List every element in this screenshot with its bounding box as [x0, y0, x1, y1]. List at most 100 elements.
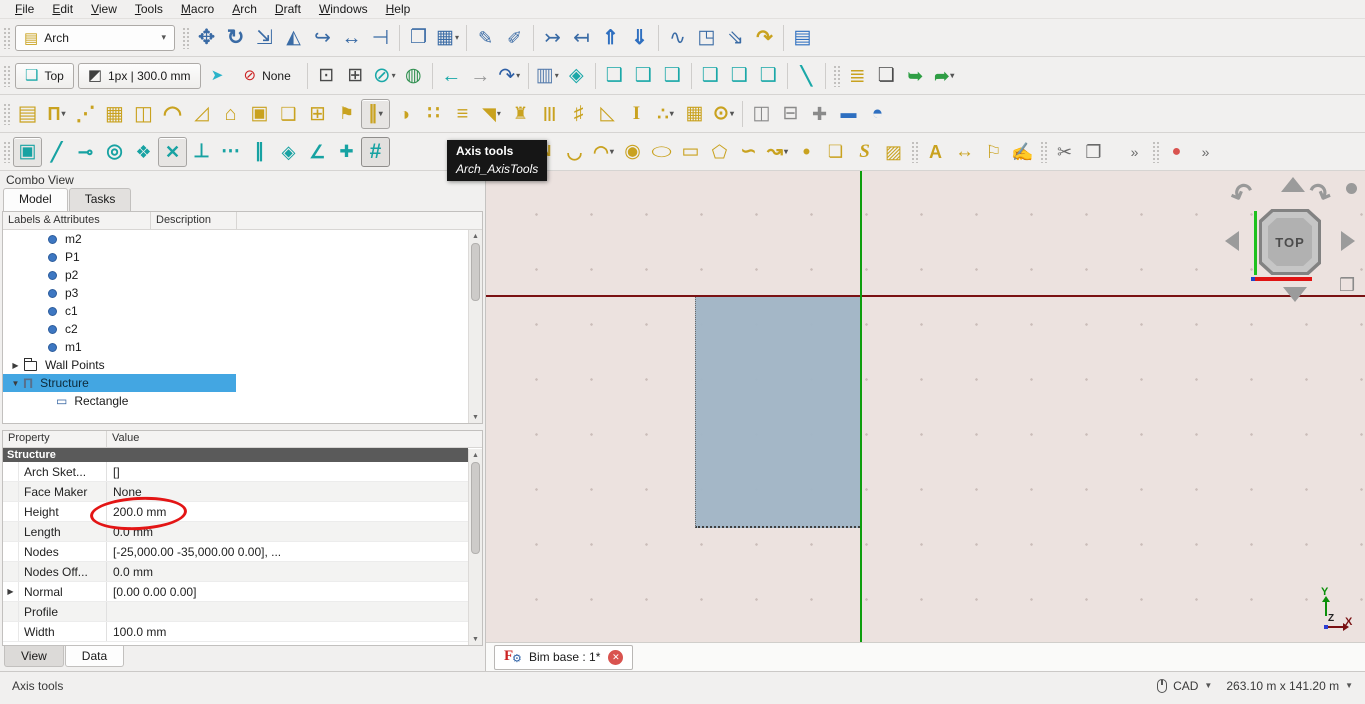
folder-tool[interactable]: ❏ [872, 61, 901, 91]
toolbar-handle[interactable] [833, 65, 840, 87]
arch-material-dropdown[interactable]: ▾ [670, 109, 674, 118]
prop-value-arch-sket[interactable]: [] [107, 462, 468, 481]
view-axonometric[interactable]: ◈ [562, 61, 591, 91]
property-group-structure[interactable]: Structure [3, 448, 468, 462]
draft-edit[interactable]: ✎ [471, 23, 500, 53]
toolbar-handle[interactable] [182, 27, 189, 49]
measure[interactable]: ╲ [792, 61, 821, 91]
toolbar-overflow-1[interactable]: » [1120, 137, 1149, 167]
prop-row-face-maker[interactable]: Face MakerNone [3, 482, 468, 502]
chevron-down-icon[interactable]: ▼ [1345, 681, 1353, 690]
rotate-left-icon[interactable]: ↶ [1227, 178, 1258, 212]
draft-rotate[interactable]: ↻ [221, 23, 250, 53]
draft-move[interactable]: ✥ [192, 23, 221, 53]
document-tab[interactable]: F⚙ Bim base : 1* ✕ [494, 645, 633, 670]
steps-tool[interactable]: ≣ [843, 61, 872, 91]
draft-mirror[interactable]: ◭ [279, 23, 308, 53]
view-bottom[interactable]: ❑ [725, 61, 754, 91]
arch-building[interactable]: ⌂ [216, 99, 245, 129]
go-to-linked-object-dropdown[interactable]: ▾ [516, 71, 520, 80]
snap-perpendicular[interactable]: ⊥ [187, 137, 216, 167]
snap-center[interactable]: ◎ [100, 137, 129, 167]
toolbar-overflow-2[interactable]: » [1191, 137, 1220, 167]
tree-item-m2[interactable]: m2 [3, 230, 468, 248]
prop-row-nodes-off[interactable]: Nodes Off...0.0 mm [3, 562, 468, 582]
draft-bezier-dropdown[interactable]: ▾ [784, 147, 788, 156]
arch-building-part[interactable]: ◠ [158, 99, 187, 129]
prop-row-width[interactable]: Width100.0 mm [3, 622, 468, 642]
navigation-style-selector[interactable]: CAD ▼ [1157, 679, 1226, 693]
view-front[interactable]: ❑ [600, 61, 629, 91]
arch-axis[interactable]: ∥▾ [361, 99, 390, 129]
prop-value-normal[interactable]: [0.00 0.00 0.00] [107, 582, 468, 601]
snap-parallel[interactable]: ∥ [245, 137, 274, 167]
rotate-right-icon[interactable]: ↷ [1304, 178, 1335, 212]
apply-style[interactable]: ➤ [203, 61, 232, 91]
toggle-selectability[interactable]: ⊘▾ [370, 61, 399, 91]
draft-downgrade[interactable]: ⇓ [625, 23, 654, 53]
cut-with-line[interactable]: ⊟ [776, 99, 805, 129]
view-sphere-icon[interactable] [1346, 183, 1357, 194]
toolbar-handle[interactable] [3, 103, 10, 125]
tree-item-rectangle[interactable]: ▭Rectangle [3, 392, 468, 410]
menu-draft[interactable]: Draft [266, 0, 310, 18]
nav-back[interactable]: ← [437, 61, 466, 91]
tree-item-c2[interactable]: c2 [3, 320, 468, 338]
snap-special[interactable]: ❖ [129, 137, 158, 167]
box-selection[interactable]: ⊞ [341, 61, 370, 91]
arch-site[interactable]: ❑ [274, 99, 303, 129]
survey[interactable]: ◓ [863, 99, 892, 129]
toggle-selectability-dropdown[interactable]: ▾ [392, 71, 396, 80]
draft-to-sketch[interactable]: ⇘ [721, 23, 750, 53]
tree-column-description[interactable]: Description [151, 212, 237, 229]
chevron-down-icon[interactable]: ▼ [1204, 681, 1212, 690]
snap-midpoint[interactable]: ⊸ [71, 137, 100, 167]
navigation-cube[interactable]: ↶ ↷ TOP ❒ [1223, 175, 1365, 325]
menu-view[interactable]: View [82, 0, 126, 18]
menu-help[interactable]: Help [377, 0, 420, 18]
prop-value-nodes[interactable]: [-25,000.00 -35,000.00 0.00], ... [107, 542, 468, 561]
arch-pipe[interactable]: ⊙▾ [709, 99, 738, 129]
subelement-highlight[interactable]: ✐ [500, 23, 529, 53]
arch-panel-dropdown[interactable]: ▾ [497, 109, 501, 118]
arch-panel-sheet[interactable]: ⊞ [303, 99, 332, 129]
arch-truss[interactable]: ◺ [593, 99, 622, 129]
prop-expander[interactable]: ▶ [3, 582, 19, 601]
arch-pillars[interactable]: ||| [535, 99, 564, 129]
3d-viewport[interactable]: ↶ ↷ TOP ❒ Y [486, 171, 1365, 642]
arch-material[interactable]: ∴▾ [651, 99, 680, 129]
tilt-down-arrow[interactable] [1283, 287, 1307, 302]
shape-2d-view[interactable]: ◳ [692, 23, 721, 53]
expander-icon[interactable]: ▼ [9, 379, 22, 388]
menu-macro[interactable]: Macro [172, 0, 223, 18]
arch-schedule[interactable]: ▦ [680, 99, 709, 129]
draft-fillet[interactable]: ◡ [560, 137, 589, 167]
export-tool-dropdown[interactable]: ▾ [950, 71, 954, 80]
tilt-up-arrow[interactable] [1281, 177, 1305, 192]
draft-bspline[interactable]: ∽ [734, 137, 763, 167]
draft-circle[interactable]: ◉ [618, 137, 647, 167]
draw-style[interactable]: ▥▾ [533, 61, 562, 91]
draft-split[interactable]: ↤ [567, 23, 596, 53]
arch-structure-dropdown[interactable]: ▾ [61, 109, 65, 118]
prop-value-height[interactable]: 200.0 mm [107, 502, 468, 521]
toolbar-handle[interactable] [3, 27, 10, 49]
draft-array-dropdown[interactable]: ▾ [455, 33, 459, 42]
tab-tasks[interactable]: Tasks [69, 188, 132, 211]
draft-offset[interactable]: ↪ [308, 23, 337, 53]
scroll-thumb[interactable] [471, 462, 480, 554]
tab-model[interactable]: Model [3, 188, 68, 211]
menu-edit[interactable]: Edit [43, 0, 82, 18]
draft-join[interactable]: ↣ [538, 23, 567, 53]
tree-item-p2[interactable]: p2 [3, 266, 468, 284]
draft-point[interactable]: • [792, 137, 821, 167]
rotate-view-left-arrow[interactable] [1225, 231, 1239, 251]
arch-wall[interactable]: ▤ [13, 99, 42, 129]
line-width-button[interactable]: ◩1px | 300.0 mm [78, 63, 201, 89]
arch-window[interactable]: ◫ [129, 99, 158, 129]
snap-intersection[interactable]: ✕ [158, 137, 187, 167]
arch-structure[interactable]: Π▾ [42, 99, 71, 129]
toolbar-handle[interactable] [1152, 141, 1159, 163]
arch-tag[interactable]: ⚑ [332, 99, 361, 129]
value-column[interactable]: Value [107, 431, 468, 447]
